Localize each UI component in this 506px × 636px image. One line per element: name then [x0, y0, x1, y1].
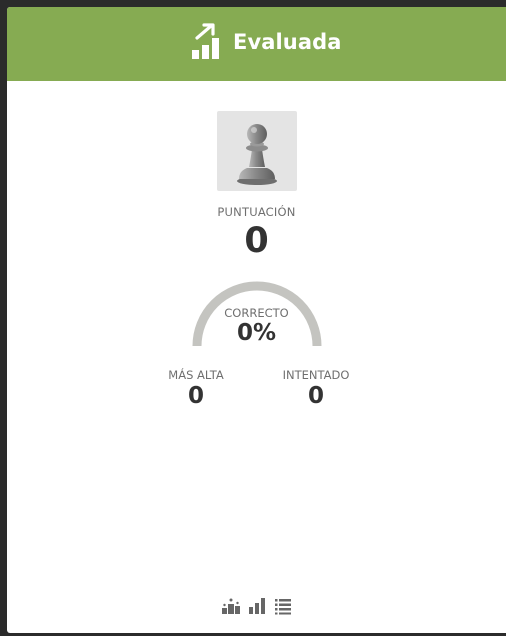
highest-score-label: MÁS ALTA: [168, 368, 224, 382]
chart-growth-icon: [192, 23, 219, 59]
footer-toolbar: [221, 596, 293, 616]
attempted-label: INTENTADO: [282, 368, 350, 382]
correct-label: CORRECTO: [224, 306, 289, 320]
attempted-value: 0: [307, 383, 324, 409]
bar-chart-icon[interactable]: [247, 596, 267, 616]
page-title: Evaluada: [233, 30, 342, 54]
highest-score-value: 0: [187, 383, 204, 409]
score-label: PUNTUACIÓN: [217, 205, 296, 219]
list-icon[interactable]: [273, 596, 293, 616]
podium-icon[interactable]: [221, 596, 241, 616]
header-bar: Evaluada: [7, 7, 506, 81]
result-card: Evaluada PUNTUACIÓN 0 CORRECTO 0% MÁS AL…: [7, 7, 506, 633]
score-value: 0: [244, 221, 269, 261]
correct-value: 0%: [236, 320, 277, 346]
chess-pawn-icon: [237, 124, 277, 185]
app-frame: Evaluada PUNTUACIÓN 0 CORRECTO 0% MÁS AL…: [0, 0, 506, 636]
avatar: [217, 111, 297, 191]
